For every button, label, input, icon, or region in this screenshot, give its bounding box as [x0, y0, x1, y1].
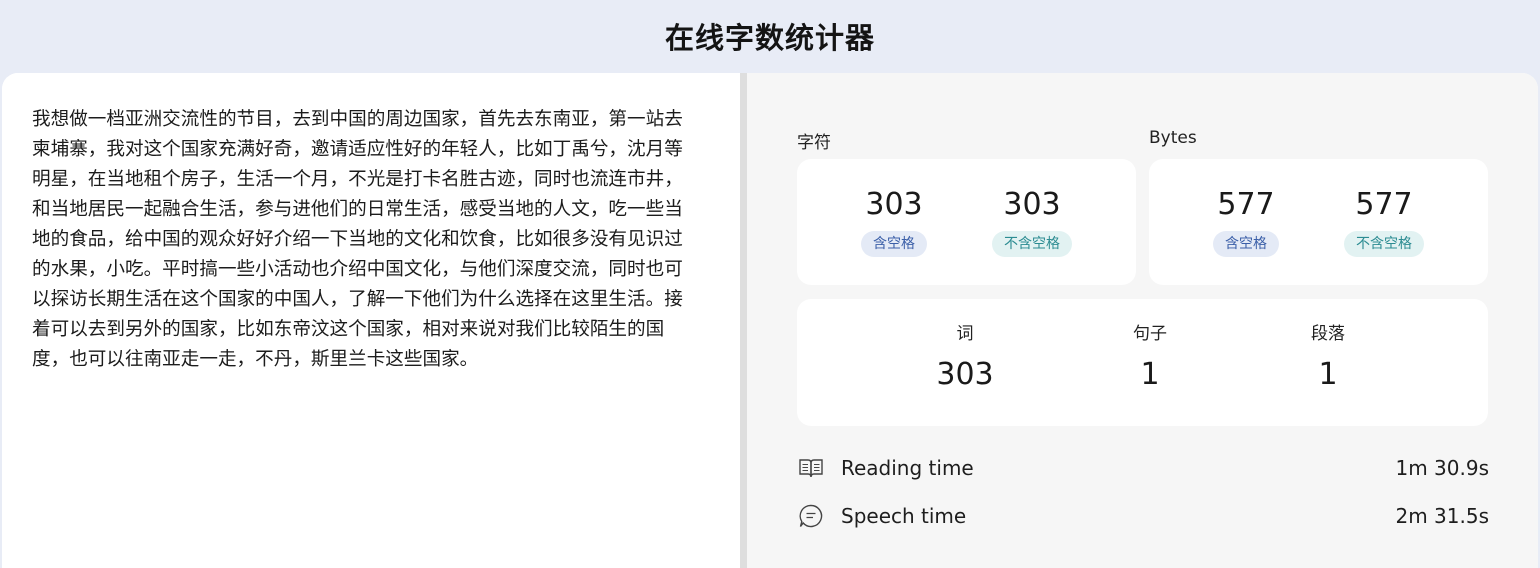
- bytes-with-spaces-value: 577: [1217, 187, 1275, 222]
- word-count: 词 303: [905, 323, 1025, 393]
- panel-divider[interactable]: [740, 73, 747, 568]
- reading-time-value: 1m 30.9s: [1395, 456, 1489, 480]
- sentence-count-value: 1: [1140, 357, 1160, 392]
- bytes-without-spaces-value: 577: [1355, 187, 1413, 222]
- without-spaces-tag: 不含空格: [992, 231, 1072, 257]
- reading-time-label: Reading time: [841, 456, 974, 480]
- editor-text[interactable]: 我想做一档亚洲交流性的节目，去到中国的周边国家，首先去东南亚，第一站去柬埔寨，我…: [32, 105, 696, 375]
- text-editor[interactable]: 我想做一档亚洲交流性的节目，去到中国的周边国家，首先去东南亚，第一站去柬埔寨，我…: [2, 73, 740, 568]
- paragraph-count: 段落 1: [1268, 323, 1388, 393]
- book-icon: [797, 454, 825, 482]
- word-count-label: 词: [956, 324, 974, 344]
- characters-without-spaces-value: 303: [1003, 187, 1061, 222]
- characters-card: 303 含空格 303 不含空格: [797, 159, 1136, 285]
- characters-without-spaces: 303 不含空格: [962, 187, 1102, 257]
- speech-time-row: Speech time 2m 31.5s: [797, 501, 1489, 531]
- paragraph-count-label: 段落: [1311, 324, 1345, 344]
- with-spaces-tag: 含空格: [1213, 231, 1279, 257]
- sentence-count: 句子 1: [1090, 323, 1210, 393]
- bytes-label: Bytes: [1149, 128, 1197, 148]
- speech-time-value: 2m 31.5s: [1395, 504, 1489, 528]
- page-header: 在线字数统计器: [0, 0, 1540, 72]
- reading-time-row: Reading time 1m 30.9s: [797, 453, 1489, 483]
- speech-time-label: Speech time: [841, 504, 967, 528]
- paragraph-count-value: 1: [1318, 357, 1338, 392]
- characters-with-spaces-value: 303: [865, 187, 923, 222]
- with-spaces-tag: 含空格: [861, 231, 927, 257]
- bytes-card: 577 含空格 577 不含空格: [1149, 159, 1488, 285]
- word-count-value: 303: [936, 357, 994, 392]
- bytes-with-spaces: 577 含空格: [1176, 187, 1316, 257]
- characters-with-spaces: 303 含空格: [824, 187, 964, 257]
- sentence-count-label: 句子: [1133, 324, 1167, 344]
- page-title: 在线字数统计器: [664, 21, 875, 55]
- speech-bubble-icon: [797, 502, 825, 530]
- main-panel: 我想做一档亚洲交流性的节目，去到中国的周边国家，首先去东南亚，第一站去柬埔寨，我…: [2, 73, 1538, 568]
- characters-label: 字符: [797, 133, 831, 153]
- stats-panel: 字符 303 含空格 303 不含空格 Bytes 577 含空格 577 不含…: [747, 73, 1538, 568]
- counts-card: 词 303 句子 1 段落 1: [797, 299, 1488, 426]
- bytes-without-spaces: 577 不含空格: [1314, 187, 1454, 257]
- without-spaces-tag: 不含空格: [1344, 231, 1424, 257]
